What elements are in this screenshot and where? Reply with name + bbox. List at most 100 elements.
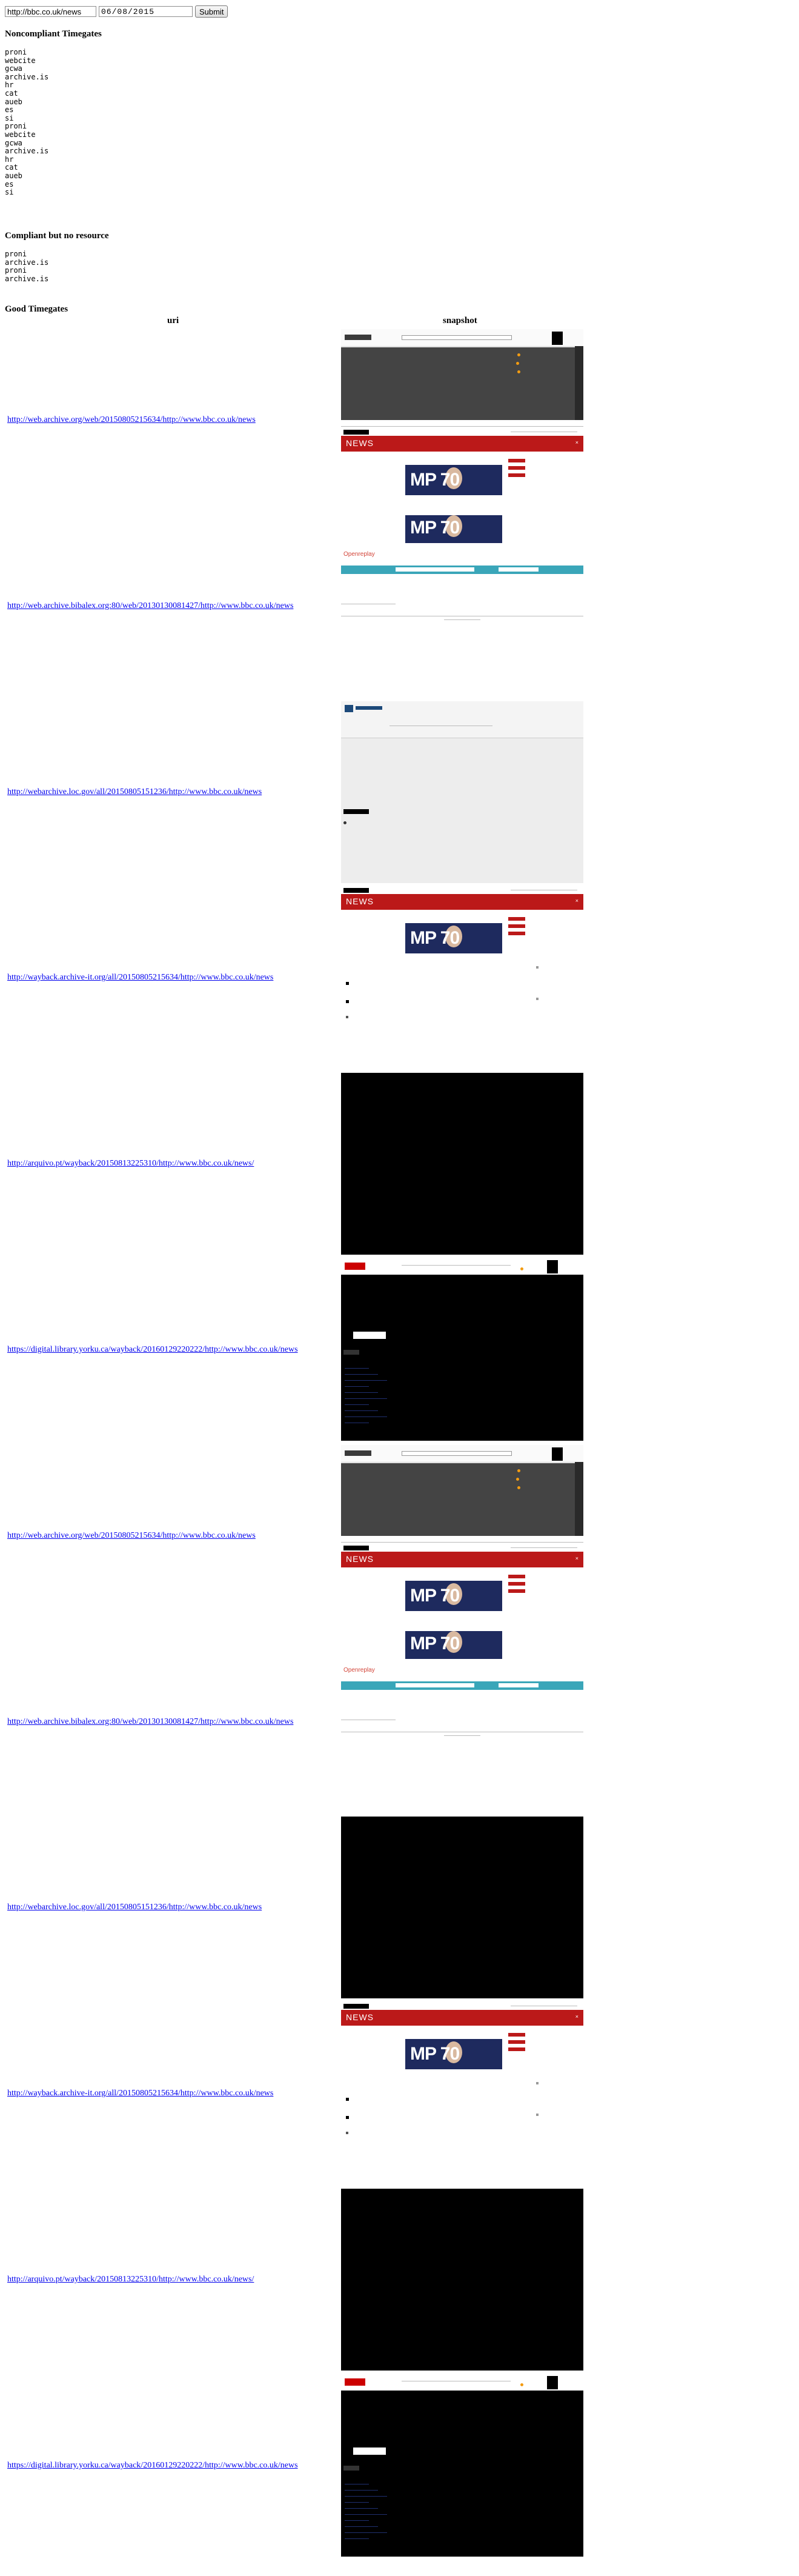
table-row: http://arquivo.pt/wayback/20150813225310… (5, 2189, 586, 2371)
link-line (345, 2514, 387, 2515)
link-line (345, 1380, 387, 1381)
bbc-logo (343, 888, 369, 893)
hero-image: MP 70 (405, 2039, 502, 2070)
label-box (343, 1350, 359, 1355)
wayback-toolbar (341, 1444, 583, 1463)
noncompliant-heading: Noncompliant Timegates (5, 29, 102, 39)
red-stripe (508, 917, 525, 921)
close-icon: × (575, 439, 579, 445)
sidebar (575, 346, 583, 420)
link-line (345, 2520, 369, 2521)
hero-text: MP 70 (410, 2044, 460, 2064)
orange-dot (517, 1486, 520, 1489)
table-row: https://digital.library.yorku.ca/wayback… (5, 2374, 586, 2557)
yorku-logo (345, 1263, 365, 1270)
memento-uri-link[interactable]: https://digital.library.yorku.ca/wayback… (7, 1345, 298, 1355)
search-input (499, 1683, 539, 1687)
url-bar (402, 335, 512, 340)
dot (536, 966, 539, 969)
hero-text: MP 70 (410, 1585, 460, 1606)
snapshot-thumbnail (341, 1073, 583, 1255)
snapshot-thumbnail: NEWS × MP 70 (341, 1444, 583, 1627)
memento-uri-link[interactable]: http://arquivo.pt/wayback/20150813225310… (7, 2275, 254, 2284)
divider (444, 1735, 480, 1736)
link-line (345, 1416, 387, 1417)
hero-text: MP 70 (410, 470, 460, 490)
table-row: http://webarchive.loc.gov/all/2015080515… (5, 701, 586, 883)
dot (346, 1016, 348, 1019)
close-icon: × (575, 898, 579, 904)
orange-dot (517, 353, 520, 356)
close-icon: × (575, 1555, 579, 1561)
link-line (345, 1404, 369, 1405)
submit-button[interactable]: Submit (195, 5, 228, 18)
red-stripe (508, 1574, 525, 1578)
divider (341, 426, 583, 427)
table-row: http://wayback.archive-it.org/all/201508… (5, 887, 586, 1069)
memento-uri-link[interactable]: http://web.archive.bibalex.org:80/web/20… (7, 1717, 293, 1727)
label-box (343, 2465, 359, 2471)
loc-logo (345, 704, 353, 712)
link-line (345, 1386, 369, 1387)
bbc-logo (343, 2004, 369, 2009)
red-stripe (508, 2033, 525, 2037)
search-input (396, 567, 474, 572)
wayback-logo (345, 1450, 371, 1456)
table-row: https://digital.library.yorku.ca/wayback… (5, 1259, 586, 1441)
table-row: http://web.archive.org/web/2015080521563… (5, 1444, 586, 1627)
table-row: http://arquivo.pt/wayback/20150813225310… (5, 1073, 586, 1255)
uri-column-header: uri (167, 316, 179, 325)
date-input[interactable] (99, 6, 193, 17)
memento-uri-link[interactable]: http://arquivo.pt/wayback/20150813225310… (7, 1159, 254, 1169)
divider (444, 619, 480, 620)
dot (346, 982, 349, 986)
snapshot-thumbnail (341, 2189, 583, 2371)
bbc-logo (343, 1545, 369, 1550)
memento-uri-link[interactable]: https://digital.library.yorku.ca/wayback… (7, 2461, 298, 2471)
snapshot-thumbnail (341, 1817, 583, 1999)
good-timegates-heading: Good Timegates (5, 304, 68, 314)
dot (536, 2114, 539, 2117)
table-row: http://wayback.archive-it.org/all/201508… (5, 2003, 586, 2185)
table-row: http://web.archive.bibalex.org:80/web/20… (5, 515, 586, 697)
url-input[interactable] (5, 6, 96, 17)
bbc-logo (343, 430, 369, 435)
calendar-box (547, 1260, 558, 1273)
query-form: Submit (5, 5, 228, 18)
divider (402, 1265, 511, 1266)
memento-uri-link[interactable]: http://web.archive.bibalex.org:80/web/20… (7, 601, 293, 611)
search-box (353, 2447, 386, 2455)
snapshot-thumbnail (341, 1259, 583, 1441)
link-line (345, 2489, 378, 2491)
compliant-no-resource-heading: Compliant but no resource (5, 231, 109, 241)
memento-uri-link[interactable]: http://web.archive.org/web/2015080521563… (7, 415, 256, 425)
news-band: NEWS × (341, 2010, 583, 2026)
news-label: NEWS (346, 896, 374, 907)
dot (536, 998, 539, 1001)
noncompliant-list: proni webcite gcwa archive.is hr cat aue… (5, 48, 49, 197)
dot (343, 821, 346, 824)
snapshot-thumbnail: NEWS × MP 70 (341, 887, 583, 1069)
red-stripe (508, 473, 525, 477)
dot (346, 2098, 349, 2101)
dark-panel (341, 1463, 583, 1536)
table-row: http://web.archive.org/web/2015080521563… (5, 329, 586, 511)
orange-dot (517, 1469, 520, 1472)
red-stripe (508, 924, 525, 929)
news-label: NEWS (346, 438, 374, 448)
snapshot-thumbnail (341, 701, 583, 883)
search-input (396, 1683, 474, 1687)
memento-uri-link[interactable]: http://web.archive.org/web/2015080521563… (7, 1531, 256, 1541)
snapshot-thumbnail: MP 70 Openreplay (341, 515, 583, 697)
memento-uri-link[interactable]: http://wayback.archive-it.org/all/201508… (7, 2089, 273, 2098)
hero-image: MP 70 (405, 465, 502, 495)
red-stripe (508, 932, 525, 936)
news-label: NEWS (346, 1553, 374, 1564)
wayback-logo (345, 335, 371, 340)
openreplay-label: Openreplay (343, 1666, 375, 1673)
hero-text: MP 70 (410, 1633, 460, 1653)
hero-image: MP 70 (405, 1630, 502, 1659)
memento-uri-link[interactable]: http://webarchive.loc.gov/all/2015080515… (7, 787, 262, 797)
memento-uri-link[interactable]: http://webarchive.loc.gov/all/2015080515… (7, 1903, 262, 1912)
memento-uri-link[interactable]: http://wayback.archive-it.org/all/201508… (7, 973, 273, 983)
